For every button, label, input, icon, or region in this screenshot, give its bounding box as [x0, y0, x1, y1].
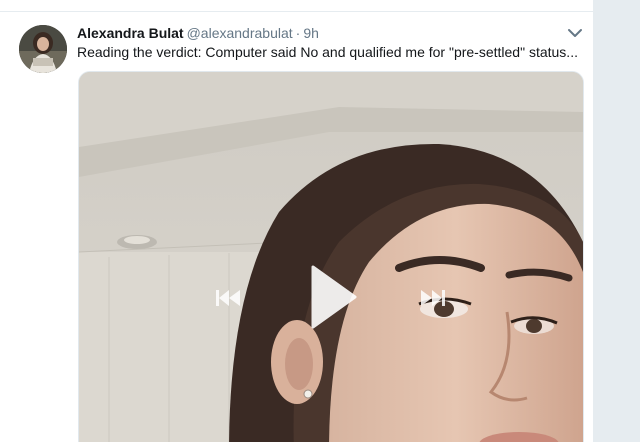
tweet-timestamp[interactable]: 9h: [303, 25, 319, 41]
tweet-header: Alexandra Bulat @alexandrabulat · 9h: [77, 24, 319, 42]
dot-separator: ·: [295, 25, 301, 41]
skip-forward-icon[interactable]: [420, 289, 446, 307]
play-icon[interactable]: [309, 265, 357, 329]
author-name[interactable]: Alexandra Bulat: [77, 25, 184, 41]
video-player[interactable]: [78, 71, 584, 442]
chevron-down-icon[interactable]: [567, 26, 583, 40]
divider: [0, 11, 593, 12]
timeline-page: Alexandra Bulat @alexandrabulat · 9h Readin…: [0, 0, 640, 442]
tweet-card[interactable]: Alexandra Bulat @alexandrabulat · 9h Readin…: [0, 0, 594, 442]
skip-back-icon[interactable]: [215, 289, 241, 307]
tweet-text: Reading the verdict: Computer said No an…: [77, 44, 578, 60]
author-handle[interactable]: @alexandrabulat: [187, 25, 293, 41]
avatar[interactable]: [19, 25, 67, 73]
video-frame: [79, 72, 583, 442]
